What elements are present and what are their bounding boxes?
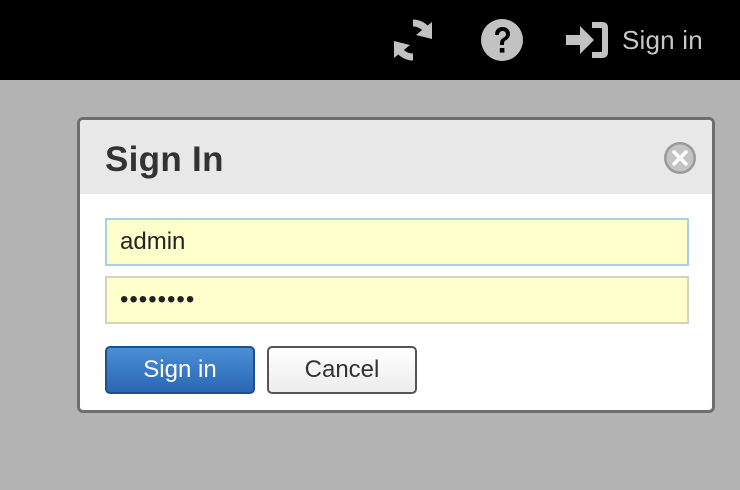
- topbar-sign-in-button[interactable]: Sign in: [566, 0, 726, 80]
- top-toolbar: Sign in: [0, 0, 740, 80]
- close-circle-icon: [664, 142, 696, 174]
- question-circle-icon: [481, 19, 523, 61]
- sign-in-icon: [566, 22, 608, 58]
- refresh-button[interactable]: [390, 0, 438, 80]
- help-button[interactable]: [480, 0, 526, 80]
- sign-in-button[interactable]: Sign in: [105, 346, 255, 394]
- username-input[interactable]: [105, 218, 689, 266]
- sign-in-dialog: Sign In Sign in Cancel: [77, 117, 715, 413]
- close-button[interactable]: [663, 141, 697, 175]
- refresh-icon: [394, 19, 432, 61]
- dialog-title: Sign In: [105, 140, 224, 179]
- topbar-sign-in-label: Sign in: [622, 24, 703, 55]
- dialog-header: Sign In: [80, 120, 712, 194]
- password-input[interactable]: [105, 276, 689, 324]
- cancel-button[interactable]: Cancel: [267, 346, 417, 394]
